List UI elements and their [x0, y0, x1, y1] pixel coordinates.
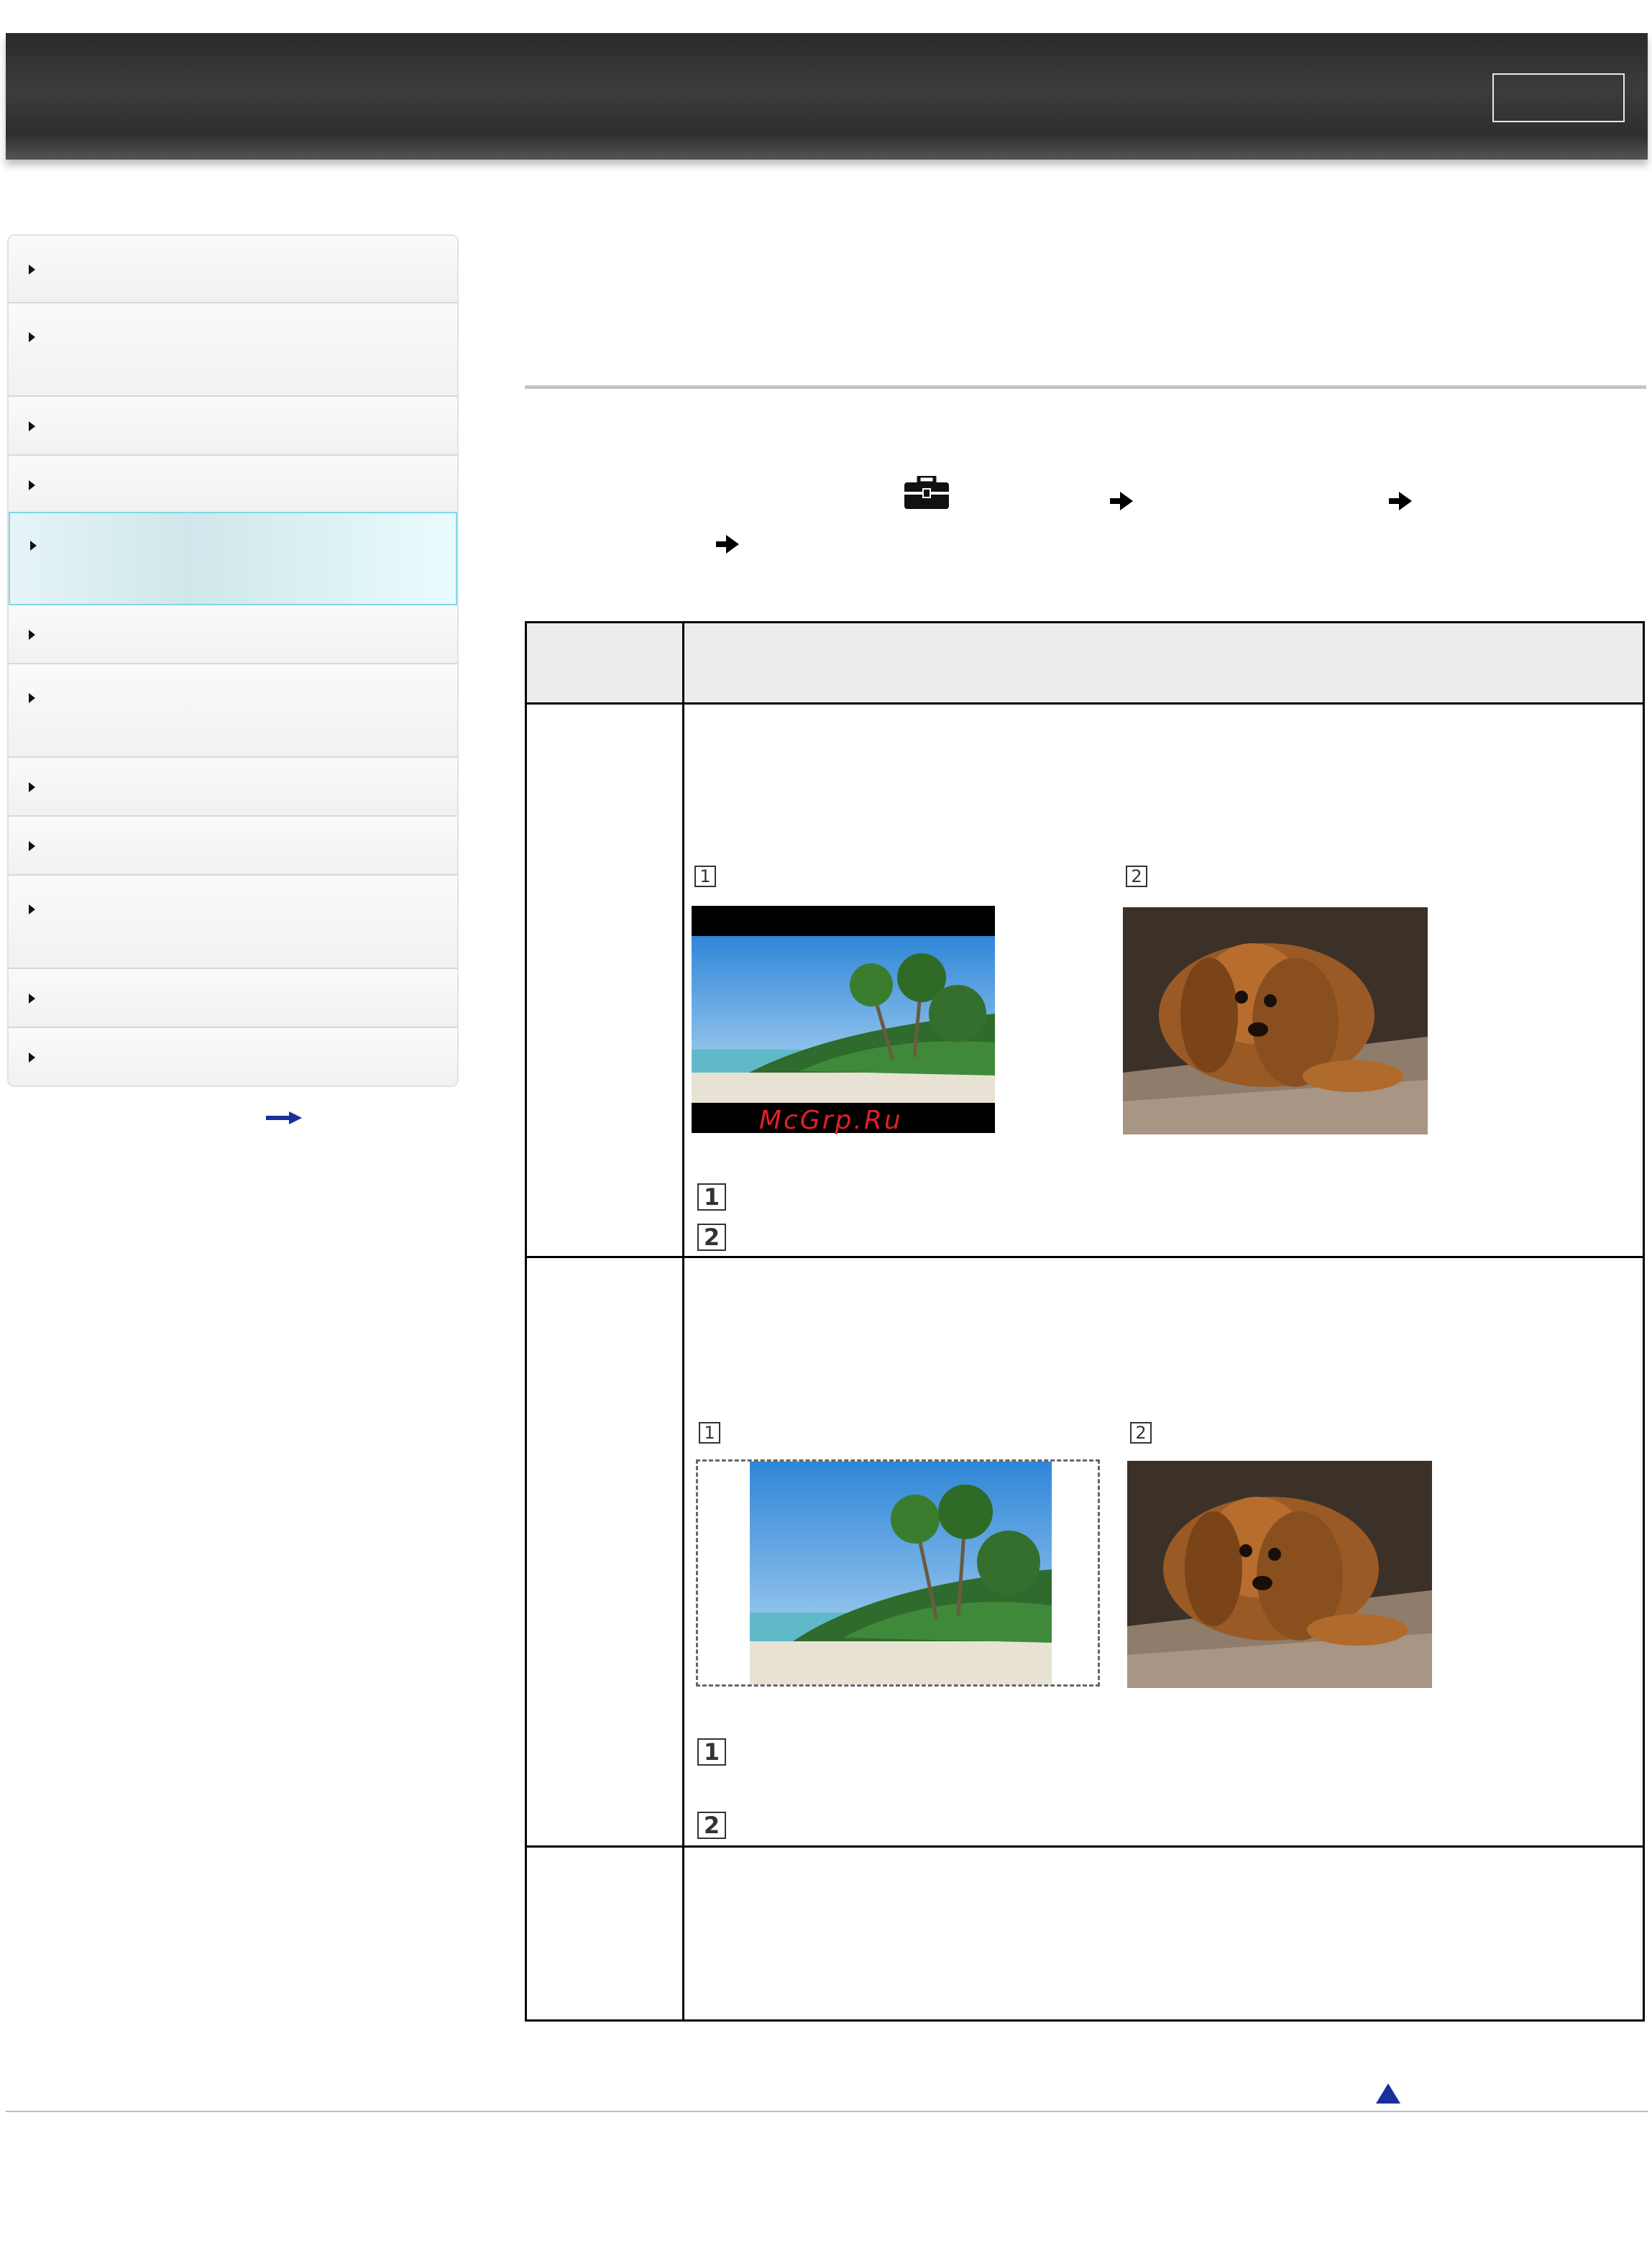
column-divider	[682, 623, 684, 2019]
dog-photo-full	[1127, 1461, 1432, 1688]
beach-photo-cropped-frame	[696, 1459, 1100, 1687]
triangle-right-icon	[29, 480, 35, 490]
legend-marker-1: 1	[697, 1738, 726, 1766]
legend-marker-2: 2	[697, 1224, 726, 1251]
legend-marker-1: 1	[697, 1183, 726, 1211]
sidebar-item-9[interactable]	[9, 817, 457, 876]
arrow-right-icon	[1389, 492, 1412, 510]
triangle-right-icon	[29, 841, 35, 851]
sidebar-item-11[interactable]	[9, 969, 457, 1028]
title-divider	[525, 385, 1646, 389]
watermark-text: McGrp.Ru	[759, 1106, 903, 1135]
sidebar-item-3[interactable]	[9, 397, 457, 456]
triangle-right-icon	[29, 630, 35, 640]
sidebar-item-12[interactable]	[9, 1028, 457, 1086]
sidebar-item-4[interactable]	[9, 456, 457, 515]
marker-2: 2	[1130, 1422, 1152, 1444]
dog-photo-full	[1123, 907, 1428, 1134]
toolbox-icon	[904, 476, 949, 509]
settings-table	[525, 621, 1645, 2022]
sidebar-item-6[interactable]	[9, 605, 457, 664]
triangle-right-icon	[29, 421, 35, 431]
marker-1: 1	[699, 1422, 720, 1444]
legend-marker-2: 2	[697, 1812, 726, 1839]
triangle-right-icon	[29, 693, 35, 703]
sidebar-item-7[interactable]	[9, 664, 457, 758]
sidebar-item-5-active[interactable]	[9, 512, 457, 605]
marker-2: 2	[1126, 866, 1147, 887]
sidebar-item-1[interactable]	[9, 236, 457, 303]
sidebar-item-8[interactable]	[9, 758, 457, 817]
triangle-right-icon	[29, 332, 35, 342]
long-arrow-right-icon[interactable]	[266, 1111, 302, 1124]
triangle-right-icon	[29, 904, 35, 914]
table-header	[527, 623, 1643, 705]
triangle-right-icon	[29, 1052, 35, 1063]
triangle-right-icon	[29, 782, 35, 792]
sidebar-item-10[interactable]	[9, 876, 457, 969]
triangle-right-icon	[29, 994, 35, 1004]
sidebar-nav	[7, 234, 459, 1087]
arrow-right-icon	[716, 535, 739, 554]
marker-1: 1	[694, 866, 716, 887]
footer-divider	[6, 2111, 1648, 2112]
row-divider	[527, 1256, 1643, 1258]
triangle-up-icon[interactable]	[1376, 2083, 1400, 2104]
triangle-right-icon	[29, 265, 35, 275]
header-button[interactable]	[1492, 73, 1625, 122]
arrow-right-icon	[1110, 492, 1133, 510]
app-header	[6, 33, 1648, 160]
beach-photo-letterbox	[692, 906, 995, 1133]
row-divider	[527, 1845, 1643, 1848]
sidebar-item-2[interactable]	[9, 303, 457, 397]
triangle-right-icon	[30, 541, 37, 551]
